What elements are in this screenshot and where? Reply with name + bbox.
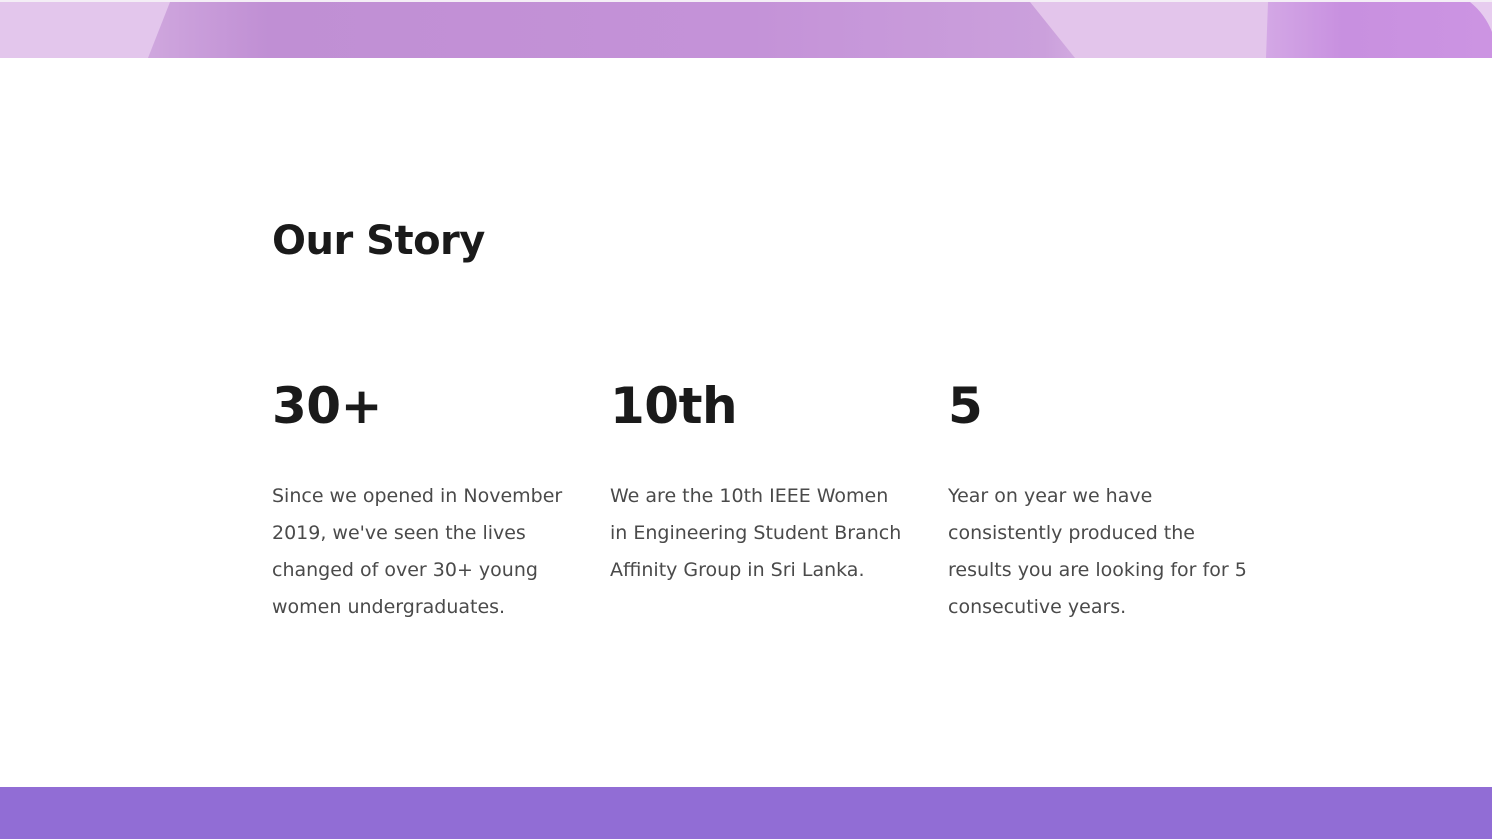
banner-shape-left: [0, 2, 170, 58]
top-banner: [0, 2, 1492, 58]
stat-description: Since we opened in November 2019, we've …: [272, 485, 563, 618]
stat-value: 30+: [272, 377, 382, 435]
banner-shape-corner: [1470, 2, 1492, 32]
stat-rank: 10th We are the 10th IEEE Women in Engin…: [610, 376, 910, 589]
stat-years: 5 Year on year we have consistently prod…: [948, 376, 1248, 626]
stat-description: Year on year we have consistently produc…: [948, 485, 1247, 618]
banner-shape-right: [1030, 2, 1268, 58]
section-title: Our Story: [272, 218, 485, 264]
stat-members: 30+ Since we opened in November 2019, we…: [272, 376, 572, 626]
footer-bar: [0, 787, 1492, 839]
stat-value: 5: [948, 377, 983, 435]
stat-description: We are the 10th IEEE Women in Engineerin…: [610, 485, 902, 581]
banner-decoration: [0, 2, 1492, 58]
stat-value: 10th: [610, 377, 738, 435]
page: Our Story 30+ Since we opened in Novembe…: [0, 0, 1492, 839]
